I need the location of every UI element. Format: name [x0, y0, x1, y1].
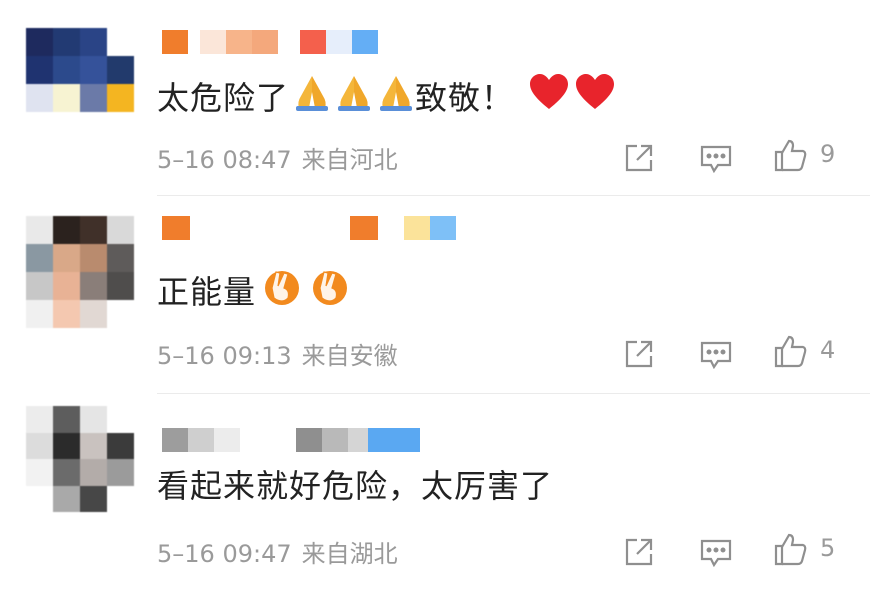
comment-meta: 5–16 09:13 来自安徽 — [157, 336, 398, 371]
red-heart-icon — [528, 73, 570, 122]
share-icon[interactable] — [624, 537, 654, 567]
comment-meta: 5–16 08:47 来自河北 — [157, 140, 398, 175]
victory-hand-icon — [260, 266, 304, 317]
like-count: 9 — [820, 140, 836, 168]
comment-location: 来自湖北 — [301, 540, 398, 568]
comment-date: 5–16 09:47 — [157, 540, 292, 568]
comment-date: 5–16 08:47 — [157, 146, 292, 174]
username-blurred[interactable] — [162, 30, 378, 54]
comment-text-suffix: 致敬！ — [415, 78, 515, 117]
avatar[interactable] — [26, 406, 134, 512]
comment-location: 来自安徽 — [301, 342, 398, 370]
folded-hands-icon — [377, 72, 415, 123]
victory-hand-icon — [308, 266, 352, 317]
avatar[interactable] — [26, 28, 134, 112]
comment-meta: 5–16 09:47 来自湖北 — [157, 534, 398, 569]
share-icon[interactable] — [624, 143, 654, 173]
avatar[interactable] — [26, 216, 134, 328]
folded-hands-icon — [335, 72, 373, 123]
username-blurred[interactable] — [162, 428, 420, 452]
comment-item: 正能量 5–16 09:13 来自安徽 4 — [0, 196, 870, 392]
like-count: 4 — [820, 336, 836, 364]
comment-reply-icon[interactable] — [700, 539, 732, 568]
comment-item: 看起来就好危险，太厉害了 5–16 09:47 来自湖北 5 — [0, 394, 870, 590]
comment-reply-icon[interactable] — [700, 145, 732, 174]
red-heart-icon — [574, 73, 616, 122]
comment-reply-icon[interactable] — [700, 341, 732, 370]
like-count: 5 — [820, 534, 836, 562]
comment-text-main: 太危险了 — [157, 78, 290, 117]
folded-hands-icon — [293, 72, 331, 123]
comment-text: 正能量 — [157, 266, 352, 317]
like-thumbs-up-icon[interactable] — [774, 138, 808, 172]
comment-text: 太危险了 致敬！ — [157, 72, 616, 123]
comment-date: 5–16 09:13 — [157, 342, 292, 370]
username-blurred[interactable] — [162, 216, 456, 240]
comment-item: 太危险了 致敬！ 5–16 08:47 来自河北 9 — [0, 0, 870, 196]
like-thumbs-up-icon[interactable] — [774, 532, 808, 566]
comment-text: 看起来就好危险，太厉害了 — [157, 464, 553, 508]
share-icon[interactable] — [624, 339, 654, 369]
like-thumbs-up-icon[interactable] — [774, 334, 808, 368]
comment-location: 来自河北 — [301, 146, 398, 174]
comment-text-main: 看起来就好危险，太厉害了 — [157, 467, 554, 505]
comment-text-main: 正能量 — [157, 272, 257, 311]
